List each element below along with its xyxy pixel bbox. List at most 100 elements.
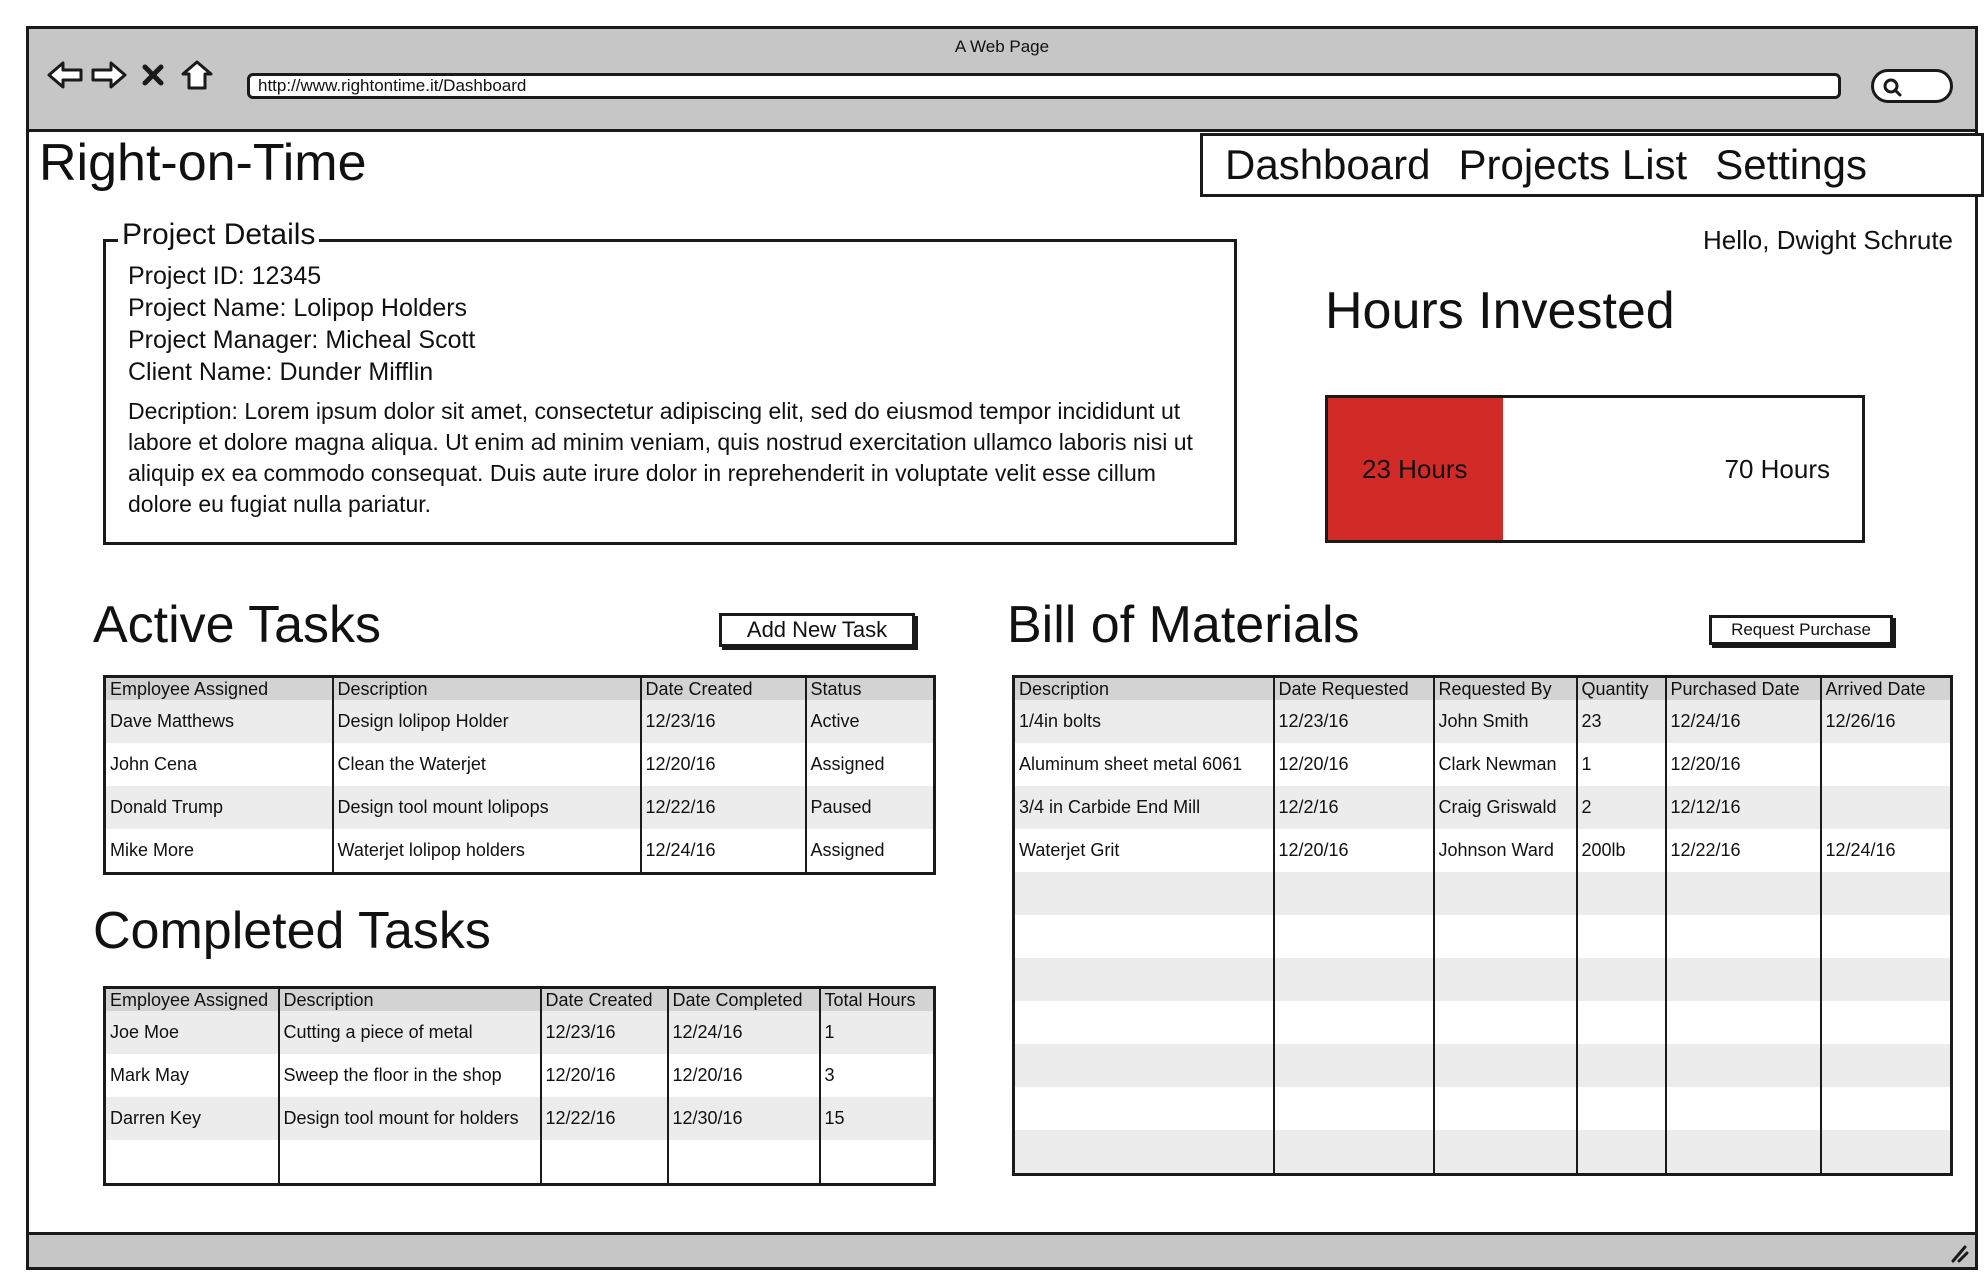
completed-tasks-body: Joe Moe Cutting a piece of metal 12/23/16 1… [104,1011,935,1185]
completed-task-cell [666,1140,820,1185]
active-task-column-header: Employee Assigned [104,676,333,700]
bom-cell [1819,786,1952,829]
bom-row[interactable]: Aluminum sheet metal 6061 12/20/16 Clark N… [1013,743,1952,786]
bom-cell [1432,1044,1577,1087]
nav-projects-list[interactable]: Projects List [1458,141,1687,189]
client-name: Client Name: Dunder Mifflin [128,358,434,386]
bom-cell [1575,1130,1666,1175]
completed-task-cell [277,1140,541,1185]
active-task-row[interactable]: John Cena Clean the Waterjet 12/20/16 Assig… [104,743,935,786]
browser-chrome: A Web Page http://www.rightontime.it/Das… [29,29,1975,132]
window-title: A Web Page [954,37,1050,56]
bom-cell [1664,872,1821,915]
active-task-cell: Assigned [804,743,935,786]
project-details-legend: Project Details [118,218,320,252]
bom-cell: Johnson Ward [1432,829,1577,872]
bom-column-header: Date Requested [1272,676,1434,700]
completed-task-row[interactable]: Mark May Sweep the floor in the shop 12/20… [104,1054,935,1097]
bom-cell [1819,915,1952,958]
bom-cell [1013,1001,1274,1044]
bom-cell: 12/24/16 [1664,700,1821,743]
completed-task-row[interactable]: Joe Moe Cutting a piece of metal 12/23/16 1… [104,1011,935,1054]
active-task-cell: 12/24/16 [639,829,806,874]
active-tasks-body: Dave Matthews Design lolipop Holder 12/23/… [104,700,935,874]
completed-tasks-title: Completed Tasks [93,902,491,960]
active-task-column-header: Description [331,676,641,700]
completed-task-cell [818,1140,935,1185]
bom-cell [1664,1087,1821,1130]
bom-cell [1819,1087,1952,1130]
bom-cell [1013,958,1274,1001]
completed-task-cell [539,1140,668,1185]
app-title: Right-on-Time [39,134,367,192]
completed-task-row[interactable]: Darren Key Design tool mount for holders 1… [104,1097,935,1140]
back-arrow-icon[interactable] [45,55,85,95]
add-new-task-button[interactable]: Add New Task [719,613,915,647]
bom-cell [1819,1001,1952,1044]
bom-cell: 12/22/16 [1664,829,1821,872]
bom-cell [1664,1130,1821,1175]
nav-settings[interactable]: Settings [1715,141,1867,189]
completed-task-cell: 12/20/16 [666,1054,820,1097]
bom-cell: 1 [1575,743,1666,786]
bom-cell: Clark Newman [1432,743,1577,786]
bom-cell: John Smith [1432,700,1577,743]
project-description: Decription: Lorem ipsum dolor sit amet, … [128,398,1193,517]
active-task-cell: 12/20/16 [639,743,806,786]
bom-row[interactable]: 3/4 in Carbide End Mill 12/2/16 Craig Gris… [1013,786,1952,829]
active-task-cell: John Cena [104,743,333,786]
active-task-cell: Paused [804,786,935,829]
bom-cell [1819,743,1952,786]
bom-cell: 12/24/16 [1819,829,1952,872]
bom-empty-row [1013,1130,1952,1175]
active-task-row[interactable]: Dave Matthews Design lolipop Holder 12/23/… [104,700,935,743]
hours-progress-bar: 23 Hours 70 Hours [1325,395,1865,543]
bill-of-materials-title: Bill of Materials [1007,596,1360,654]
bom-cell [1575,872,1666,915]
completed-tasks-table: Employee Assigned Description Date Created… [103,986,936,1186]
active-task-row[interactable]: Donald Trump Design tool mount lolipops 12… [104,786,935,829]
project-details-body: Project ID: 12345 Project Name: Lolipop … [128,260,1214,520]
request-purchase-button[interactable]: Request Purchase [1709,615,1893,645]
completed-task-cell: Cutting a piece of metal [277,1011,541,1054]
active-task-cell: Waterjet lolipop holders [331,829,641,874]
url-bar[interactable]: http://www.rightontime.it/Dashboard [247,73,1841,99]
main-nav: Dashboard Projects List Settings [1200,133,1984,197]
bom-cell: 12/20/16 [1272,743,1434,786]
search-box[interactable] [1871,69,1953,103]
bom-cell: 23 [1575,700,1666,743]
active-task-cell: Assigned [804,829,935,874]
bom-cell [1272,958,1434,1001]
home-icon[interactable] [177,55,217,95]
bom-cell [1575,1087,1666,1130]
forward-arrow-icon[interactable] [89,55,129,95]
bom-cell [1013,872,1274,915]
active-tasks-title: Active Tasks [93,596,382,654]
bom-cell [1013,915,1274,958]
completed-task-cell: Design tool mount for holders [277,1097,541,1140]
active-task-cell: Active [804,700,935,743]
completed-task-cell: 12/23/16 [539,1011,668,1054]
active-task-row[interactable]: Mike More Waterjet lolipop holders 12/24/1… [104,829,935,874]
bom-cell [1432,1087,1577,1130]
bom-cell [1819,872,1952,915]
bom-cell [1819,958,1952,1001]
close-icon[interactable] [133,55,173,95]
browser-window: A Web Page http://www.rightontime.it/Das… [26,26,1984,1270]
bom-header-row: Description Date Requested Requested By Qua… [1013,676,1952,700]
completed-task-column-header: Date Created [539,987,668,1011]
bom-empty-row [1013,915,1952,958]
bom-cell [1664,1001,1821,1044]
completed-task-cell: 1 [818,1011,935,1054]
bom-row[interactable]: Waterjet Grit 12/20/16 Johnson Ward 200lb 12… [1013,829,1952,872]
nav-dashboard[interactable]: Dashboard [1225,141,1430,189]
resize-grip-icon[interactable] [1947,1243,1969,1263]
bom-cell [1013,1130,1274,1175]
bom-row[interactable]: 1/4in bolts 12/23/16 John Smith 23 12/24/16 1… [1013,700,1952,743]
completed-task-cell: Sweep the floor in the shop [277,1054,541,1097]
bom-cell [1575,958,1666,1001]
bom-empty-row [1013,872,1952,915]
project-id: Project ID: 12345 [128,262,322,290]
active-task-cell: Donald Trump [104,786,333,829]
completed-task-cell: Mark May [104,1054,279,1097]
